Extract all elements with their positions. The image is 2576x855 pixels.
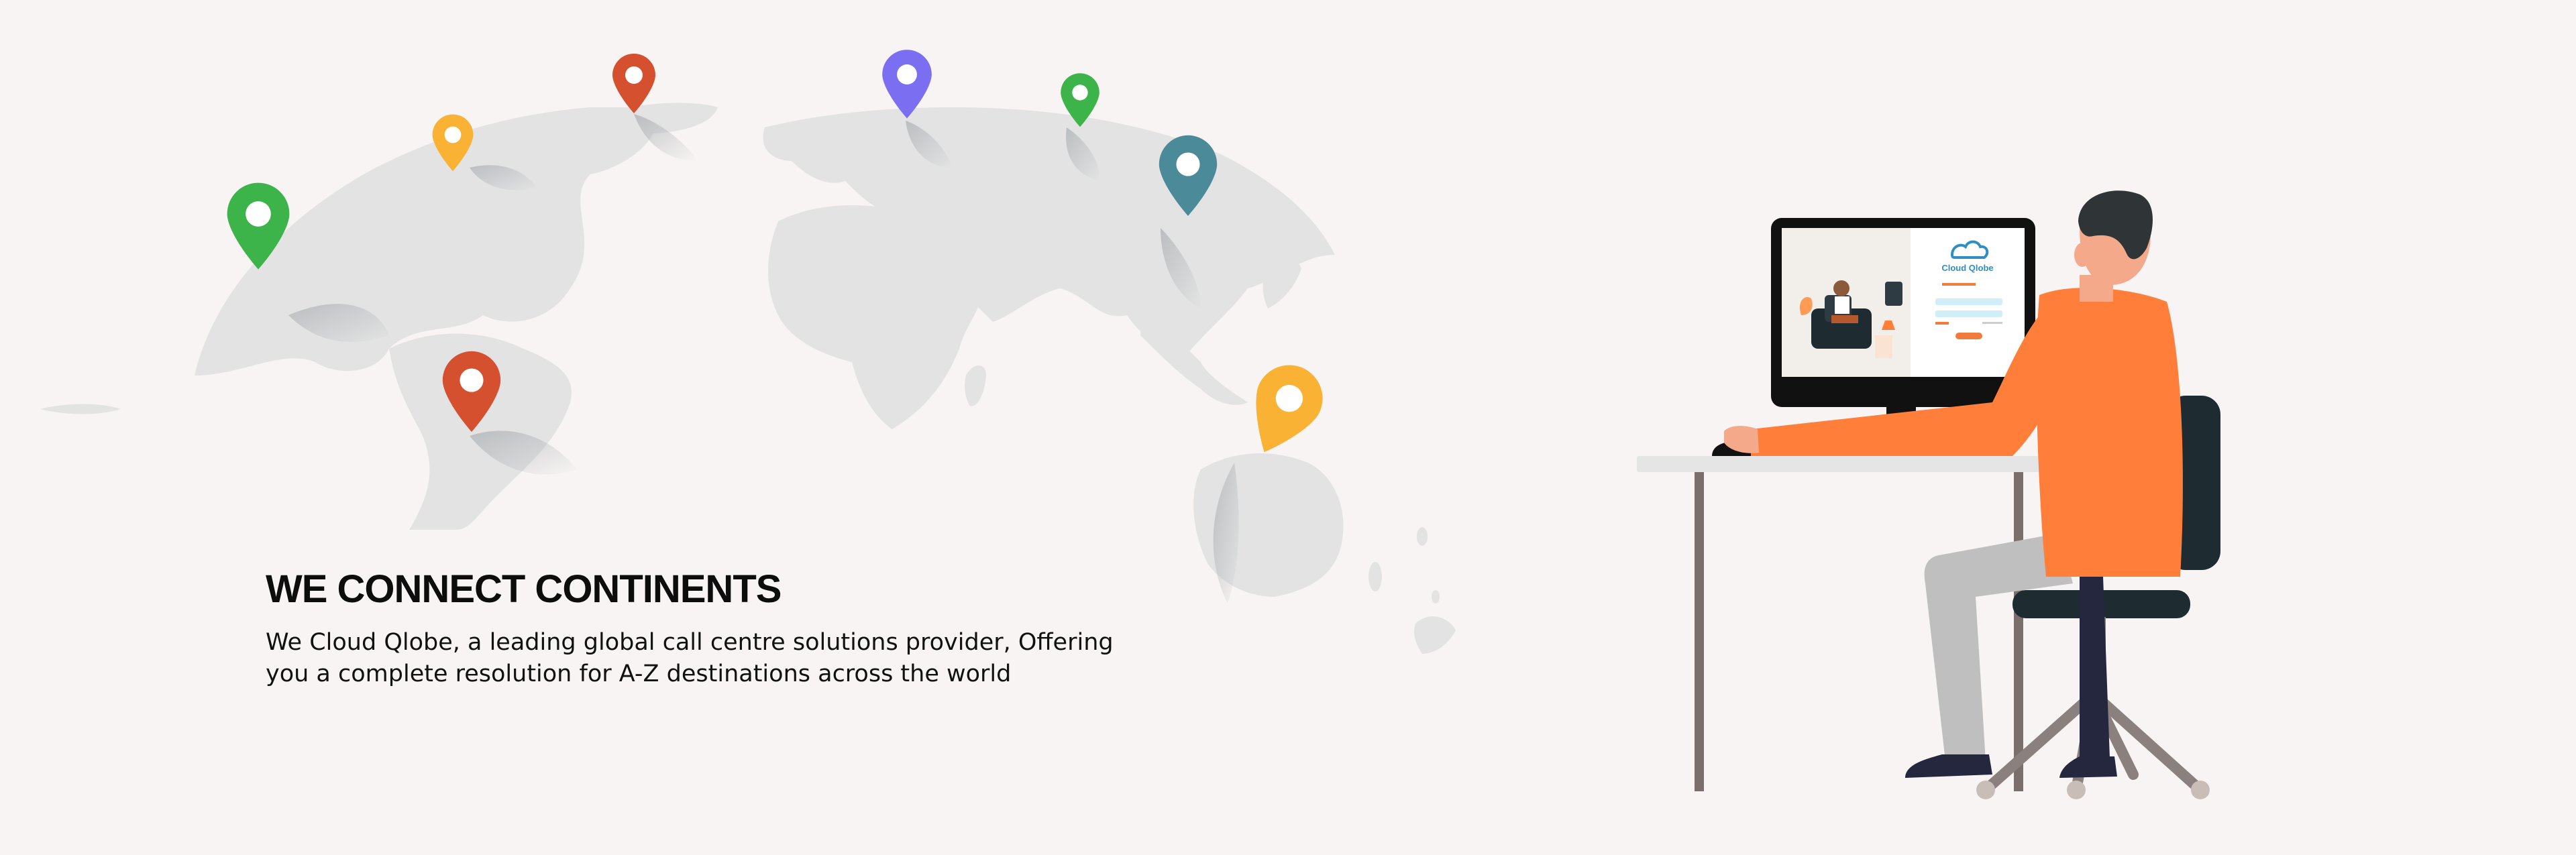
madagascar xyxy=(964,365,986,406)
chair-wheel xyxy=(2067,781,2086,799)
pacific-island xyxy=(1368,562,1382,591)
screen-brand-name: Cloud Qlobe xyxy=(1941,263,1993,273)
person-shoe xyxy=(2059,756,2117,778)
desk-top xyxy=(1637,456,2066,472)
hero-description-line: We Cloud Qlobe, a leading global call ce… xyxy=(266,628,1114,656)
hero-section: WE CONNECT CONTINENTS We Cloud Qlobe, a … xyxy=(0,0,2576,855)
desk-leg xyxy=(1695,472,1704,791)
new-zealand xyxy=(1414,616,1456,654)
hero-description-line: you a complete resolution for A-Z destin… xyxy=(266,660,1012,687)
map-pin-australia xyxy=(1256,365,1323,453)
pacific-island xyxy=(1417,527,1428,546)
person-shoe xyxy=(1905,754,1992,778)
japan-islands xyxy=(1263,252,1301,308)
pacific-island xyxy=(1432,590,1440,604)
chair-wheel xyxy=(2191,781,2210,799)
screen-password-field xyxy=(1935,310,2002,317)
africa-landmass xyxy=(768,205,981,429)
screen-username-field xyxy=(1935,298,2002,305)
screen-login-button xyxy=(1955,333,1982,339)
desk xyxy=(1637,456,2066,791)
chair-wheel xyxy=(1976,781,1995,799)
hero-title: WE CONNECT CONTINENTS xyxy=(266,567,782,611)
person-at-computer-illustration: Cloud Qlobe xyxy=(1637,190,2220,799)
map-pin-greenland xyxy=(612,54,655,113)
west-edge-land xyxy=(40,404,121,414)
desk-leg xyxy=(2014,472,2023,791)
hero-text-block: WE CONNECT CONTINENTS We Cloud Qlobe, a … xyxy=(266,567,1205,690)
person-torso xyxy=(2036,288,2183,577)
hero-description: We Cloud Qlobe, a leading global call ce… xyxy=(266,627,1205,690)
